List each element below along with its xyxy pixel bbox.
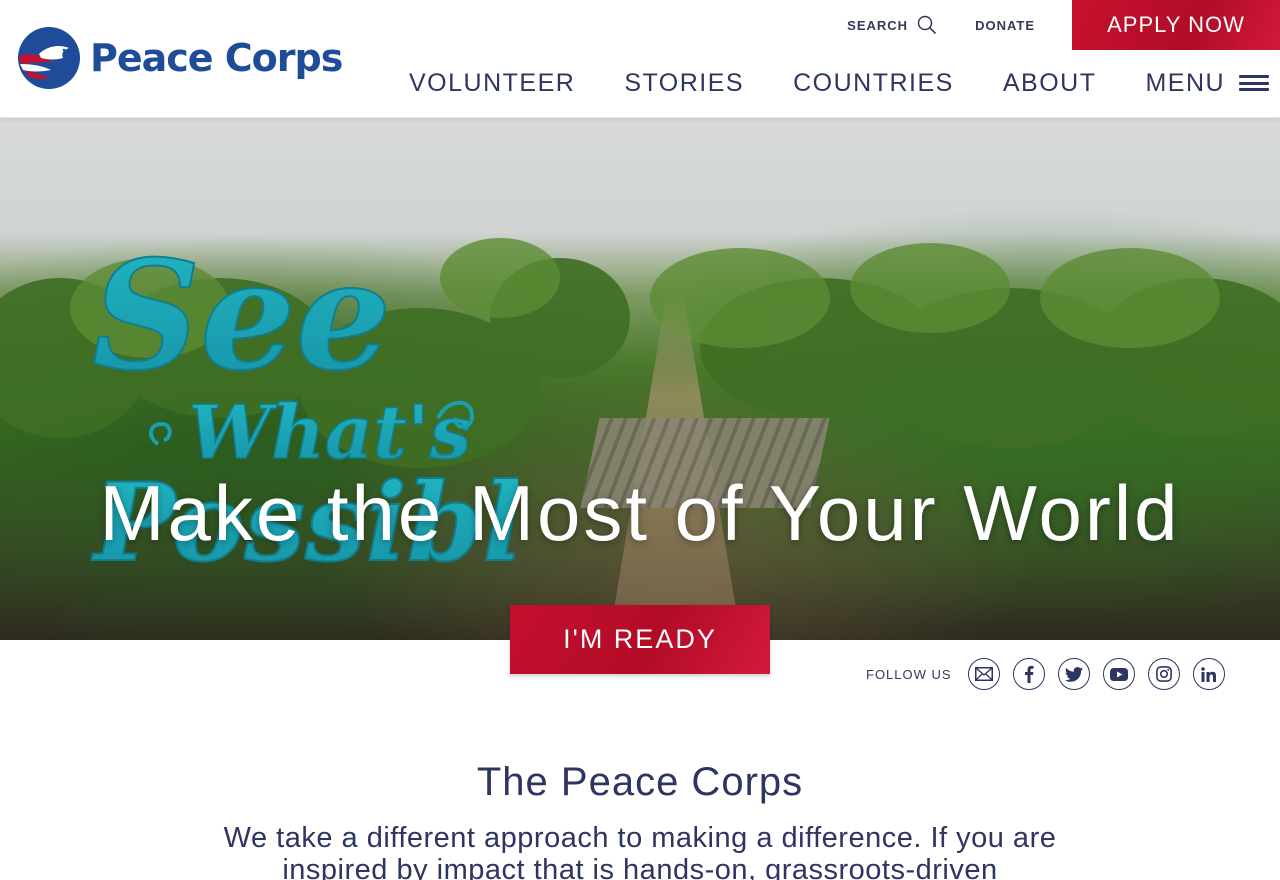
peace-corps-logo[interactable]: Peace Corps (17, 26, 362, 90)
site-header: Peace Corps SEARCH DONATE APPLY NOW VOLU… (0, 0, 1280, 118)
nav-item-volunteer[interactable]: VOLUNTEER (409, 69, 575, 98)
instagram-icon[interactable] (1147, 658, 1180, 690)
intro-text: We take a different approach to making a… (223, 822, 1057, 880)
search-link[interactable]: SEARCH (847, 15, 937, 35)
donate-link[interactable]: DONATE (975, 18, 1035, 33)
intro-title: The Peace Corps (476, 760, 804, 804)
search-icon (917, 15, 937, 35)
twitter-icon[interactable] (1057, 658, 1090, 690)
linkedin-icon[interactable] (1192, 658, 1225, 690)
script-line-see: See (92, 248, 391, 404)
menu-button[interactable]: MENU (1145, 68, 1270, 98)
main-nav: VOLUNTEER STORIES COUNTRIES ABOUT MENU (409, 64, 1270, 102)
email-icon[interactable] (967, 658, 1000, 690)
menu-label: MENU (1145, 68, 1226, 97)
swirl-left (149, 421, 172, 446)
youtube-icon[interactable] (1102, 658, 1135, 690)
im-ready-button[interactable]: I'M READY (510, 605, 770, 674)
nav-item-about[interactable]: ABOUT (1003, 69, 1097, 98)
utility-nav: SEARCH DONATE APPLY NOW (847, 0, 1280, 50)
facebook-icon[interactable] (1012, 658, 1045, 690)
follow-us-label: FOLLOW US (866, 666, 952, 682)
dove-flag-logo-icon (18, 27, 80, 89)
nav-item-stories[interactable]: STORIES (624, 69, 744, 98)
search-label: SEARCH (847, 17, 909, 33)
logo-wordmark: Peace Corps (90, 36, 343, 80)
follow-us-bar: FOLLOW US (866, 658, 1225, 690)
apply-now-button[interactable]: APPLY NOW (1072, 0, 1280, 50)
hero-banner: See What's Possible Make the Most of You… (0, 118, 1280, 640)
nav-item-countries[interactable]: COUNTRIES (793, 69, 954, 98)
hamburger-icon (1239, 75, 1270, 91)
hero-title: Make the Most of Your World (99, 469, 1181, 557)
